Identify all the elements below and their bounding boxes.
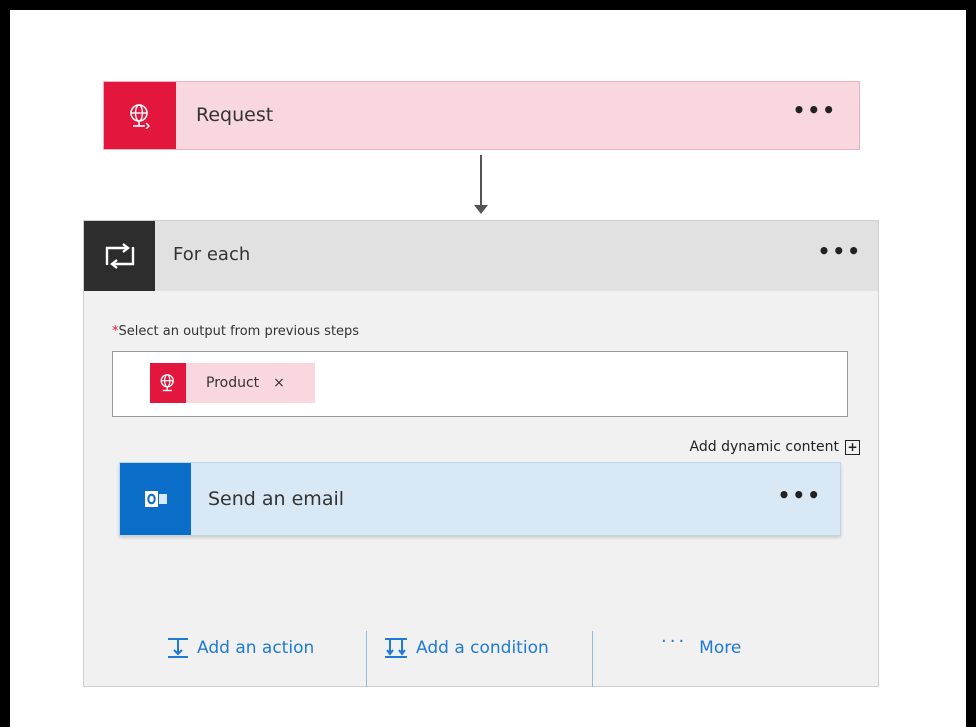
output-field-label-text: Select an output from previous steps [118,324,360,339]
add-dynamic-content-link[interactable]: Add dynamic content + [690,439,860,455]
token-label: Product [206,375,260,391]
connector-line [480,155,482,209]
add-condition-icon [385,638,407,658]
add-condition-label: Add a condition [416,638,549,658]
email-menu-ellipsis-icon[interactable]: ••• [778,485,822,505]
email-icon-box [120,463,191,535]
request-icon-box [104,82,176,149]
connector-arrow-icon [474,205,488,214]
more-label: More [699,637,742,658]
outlook-icon [144,491,167,507]
for-each-menu-ellipsis-icon[interactable]: ••• [818,241,862,261]
token-request-icon-box [150,363,186,403]
for-each-title: For each [173,244,251,265]
divider [592,631,593,687]
loop-icon [105,243,134,269]
request-title: Request [196,104,274,126]
output-field-label: *Select an output from previous steps [112,324,359,339]
globe-request-icon [130,103,150,129]
more-dots-icon: ··· [661,631,688,652]
add-action-label: Add an action [197,638,315,658]
plus-box-icon: + [845,439,860,455]
add-action-button[interactable]: Add an action [167,637,314,659]
request-trigger-card[interactable]: Request ••• [103,81,860,150]
globe-request-icon [160,374,174,392]
more-button[interactable]: ··· More [661,631,742,658]
for-each-scope: For each ••• *Select an output from prev… [83,220,879,687]
designer-canvas: Request ••• For each ••• *Select an outp… [10,10,966,727]
for-each-header[interactable]: For each ••• [84,221,878,291]
request-menu-ellipsis-icon[interactable]: ••• [793,100,837,120]
divider [366,631,367,687]
add-action-icon [168,638,188,658]
send-email-action-card[interactable]: Send an email ••• [119,462,841,536]
add-condition-button[interactable]: Add a condition [384,637,549,659]
add-dynamic-content-label: Add dynamic content [689,439,839,455]
product-token[interactable]: Product × [150,363,315,403]
send-email-title: Send an email [208,488,345,510]
action-bar: Add an action Add a condition ··· More [84,621,878,687]
token-remove-icon[interactable]: × [273,375,285,391]
output-select-input[interactable]: Product × [112,351,848,417]
for-each-icon-box [84,221,155,291]
